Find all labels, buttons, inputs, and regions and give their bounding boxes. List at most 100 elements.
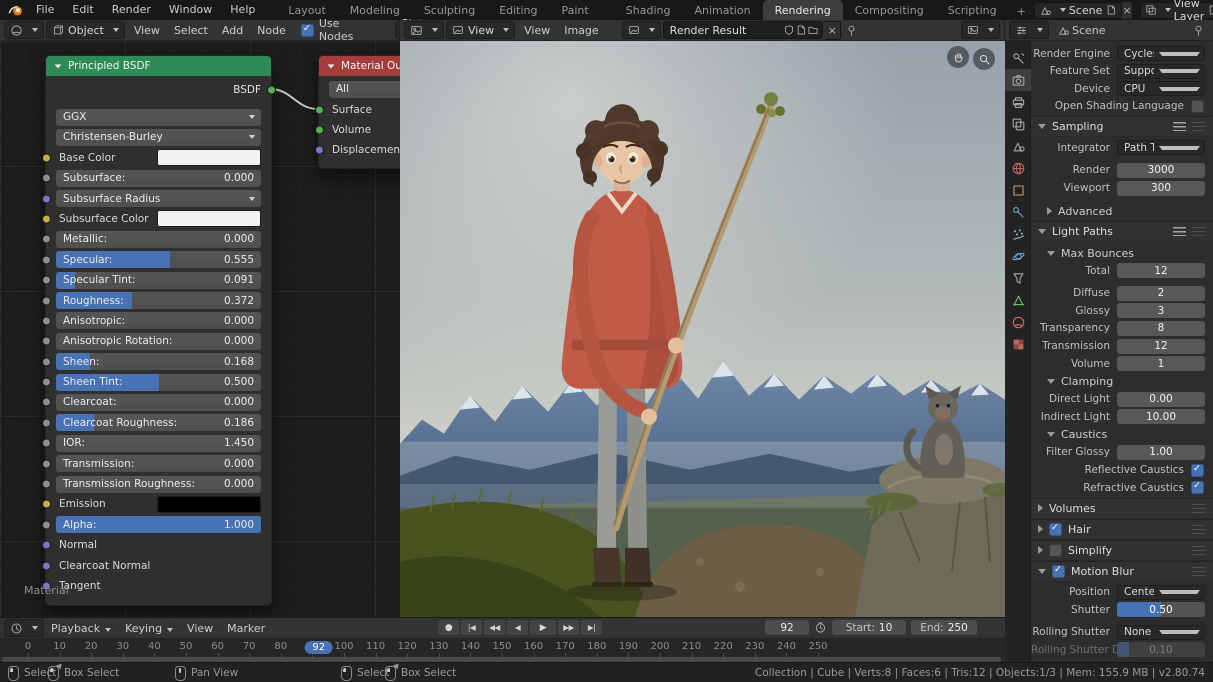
checkbox-icon[interactable]	[1049, 544, 1062, 557]
properties-tab-texture[interactable]	[1005, 333, 1031, 355]
field-anisotropic-rotation[interactable]: Anisotropic Rotation:0.000	[56, 333, 261, 350]
workspace-tab-uv-editing[interactable]: UV Editing	[487, 0, 549, 20]
subpanel-caustics[interactable]: Caustics	[1031, 427, 1213, 443]
new-view-layer-icon[interactable]	[1207, 4, 1213, 16]
panel-sampling[interactable]: Sampling	[1031, 116, 1213, 137]
blender-logo-icon[interactable]	[8, 3, 23, 18]
dropdown-device[interactable]: CPU	[1117, 81, 1205, 96]
menu-file[interactable]: File	[27, 0, 63, 20]
prop-volume[interactable]: Volume1	[1031, 356, 1213, 371]
properties-tab-render[interactable]	[1005, 69, 1031, 91]
timeline-ruler[interactable]: 92 0102030405060708090100110120130140150…	[0, 639, 1005, 657]
field-transmission[interactable]: 12	[1117, 339, 1205, 354]
field-anisotropic[interactable]: Anisotropic:0.000	[56, 312, 261, 329]
checkbox-icon[interactable]	[1052, 565, 1065, 578]
prop-render-engine[interactable]: Render EngineCycles	[1031, 46, 1213, 61]
image-mode-dropdown[interactable]: View	[446, 21, 515, 39]
socket-clearcoat-normal[interactable]	[42, 561, 51, 570]
panel-hair[interactable]: Hair	[1031, 519, 1213, 540]
checkbox-icon[interactable]	[1049, 523, 1062, 536]
field-alpha[interactable]: Alpha:1.000	[56, 516, 261, 533]
row-specular-tint[interactable]: Specular Tint:0.091	[46, 271, 271, 289]
menu-help[interactable]: Help	[221, 0, 264, 20]
field-specular-tint[interactable]: Specular Tint:0.091	[56, 272, 261, 289]
socket-surface[interactable]	[315, 106, 324, 115]
dropdown-integrator[interactable]: Path Tracing	[1117, 140, 1205, 155]
shader-node-editor[interactable]: Principled BSDF BSDF GGXChristensen-Burl…	[0, 41, 400, 617]
dropdown-ggx[interactable]: GGX	[56, 109, 261, 126]
row-metallic[interactable]: Metallic:0.000	[46, 230, 271, 248]
color-swatch-base-color[interactable]	[157, 149, 261, 166]
field-ior[interactable]: IOR:1.450	[56, 435, 261, 452]
field-transmission[interactable]: Transmission:0.000	[56, 455, 261, 472]
prop-transmission[interactable]: Transmission12	[1031, 339, 1213, 354]
field-direct-light[interactable]: 0.00	[1117, 392, 1205, 407]
socket-metallic[interactable]	[42, 235, 51, 244]
socket-bsdf-output[interactable]	[267, 86, 276, 95]
subpanel-advanced[interactable]: Advanced	[1031, 203, 1213, 219]
row-clearcoat-roughness[interactable]: Clearcoat Roughness:0.186	[46, 414, 271, 432]
socket-displacement[interactable]	[315, 146, 324, 155]
field-specular[interactable]: Specular:0.555	[56, 251, 261, 268]
prop-reflective-caustics[interactable]: Reflective Caustics	[1031, 463, 1213, 478]
timeline-menu-keying[interactable]: Keying	[118, 618, 180, 639]
properties-tab-particles[interactable]	[1005, 223, 1031, 245]
field-transmission-roughness[interactable]: Transmission Roughness:0.000	[56, 476, 261, 493]
play-button[interactable]: ▶	[530, 620, 556, 635]
row-subsurface[interactable]: Subsurface:0.000	[46, 169, 271, 187]
display-channels-button[interactable]	[961, 21, 1000, 39]
workspace-tab-compositing[interactable]: Compositing	[843, 0, 936, 20]
prop-filter-glossy[interactable]: Filter Glossy1.00	[1031, 445, 1213, 460]
image-editor-viewport[interactable]	[400, 41, 1005, 617]
row-tangent[interactable]: Tangent	[46, 577, 271, 595]
prop-direct-light[interactable]: Direct Light0.00	[1031, 392, 1213, 407]
workspace-tab-shading[interactable]: Shading	[614, 0, 683, 20]
current-frame-field[interactable]: 92	[765, 620, 809, 635]
row-ior[interactable]: IOR:1.450	[46, 434, 271, 452]
socket-roughness[interactable]	[42, 296, 51, 305]
shader-type-dropdown[interactable]: Object	[46, 21, 125, 39]
row-clearcoat-normal[interactable]: Clearcoat Normal	[46, 557, 271, 575]
properties-tab-constraints[interactable]	[1005, 267, 1031, 289]
properties-tab-object[interactable]	[1005, 179, 1031, 201]
play-reverse-button[interactable]: ◀	[507, 620, 528, 635]
properties-tab-world[interactable]	[1005, 157, 1031, 179]
new-scene-icon[interactable]	[1105, 4, 1117, 16]
field-clearcoat-roughness[interactable]: Clearcoat Roughness:0.186	[56, 414, 261, 431]
field-sheen[interactable]: Sheen:0.168	[56, 353, 261, 370]
menu-render[interactable]: Render	[103, 0, 160, 20]
prop-rolling-shutter[interactable]: Rolling ShutterNone	[1031, 625, 1213, 640]
collapse-icon[interactable]	[328, 64, 335, 68]
field-glossy[interactable]: 3	[1117, 303, 1205, 318]
workspace-tab-scripting[interactable]: Scripting	[936, 0, 1009, 20]
end-frame-field[interactable]: End: 250	[911, 620, 977, 635]
socket-sheen[interactable]	[42, 357, 51, 366]
socket-clearcoat[interactable]	[42, 398, 51, 407]
current-frame-indicator[interactable]: 92	[304, 641, 333, 654]
prop-viewport[interactable]: Viewport300	[1031, 181, 1213, 196]
socket-normal[interactable]	[42, 541, 51, 550]
unlink-scene-button[interactable]: ×	[1122, 1, 1132, 20]
properties-tab-object-data[interactable]	[1005, 289, 1031, 311]
field-roughness[interactable]: Roughness:0.372	[56, 292, 261, 309]
socket-anisotropic[interactable]	[42, 316, 51, 325]
editor-type-button[interactable]	[404, 21, 444, 39]
properties-tab-physics[interactable]	[1005, 245, 1031, 267]
socket-emission[interactable]	[42, 500, 51, 509]
prop-diffuse[interactable]: Diffuse2	[1031, 286, 1213, 301]
prop-device[interactable]: DeviceCPU	[1031, 81, 1213, 96]
timeline-menu-marker[interactable]: Marker	[220, 618, 272, 639]
row-clearcoat[interactable]: Clearcoat:0.000	[46, 393, 271, 411]
field-rolling-shutter-dur[interactable]: 0.10	[1117, 642, 1205, 657]
checkbox-icon[interactable]	[1191, 464, 1204, 477]
workspace-tab-texture-paint[interactable]: Texture Paint	[550, 0, 614, 20]
prop-shutter[interactable]: Shutter0.50	[1031, 602, 1213, 617]
socket-clearcoat-roughness[interactable]	[42, 418, 51, 427]
row-transmission[interactable]: Transmission:0.000	[46, 455, 271, 473]
material-output-node[interactable]: Material Output All SurfaceVolumeDisplac…	[318, 55, 400, 169]
menu-window[interactable]: Window	[160, 0, 221, 20]
dropdown-position[interactable]: Center on Frame	[1117, 585, 1205, 600]
panel-motion-blur[interactable]: Motion Blur	[1031, 561, 1213, 582]
row-subsurface-color[interactable]: Subsurface Color	[46, 210, 271, 228]
socket-alpha[interactable]	[42, 520, 51, 529]
